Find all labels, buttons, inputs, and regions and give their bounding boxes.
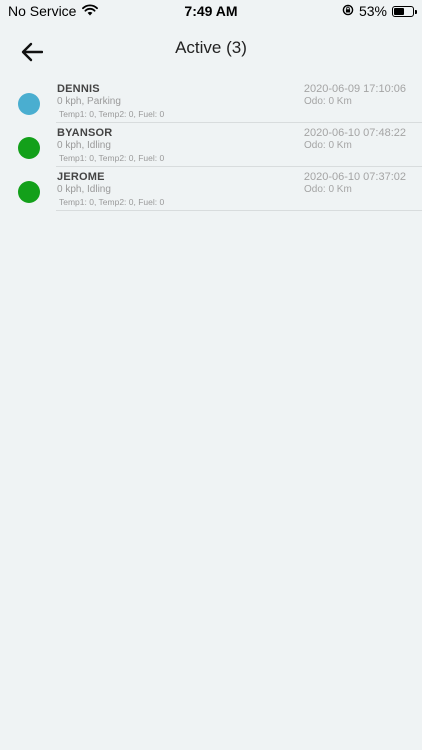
vehicle-speed-status: 0 kph, Idling [57,140,111,151]
battery-percent: 53% [358,3,387,19]
vehicle-timestamp: 2020-06-10 07:37:02 [303,171,406,183]
vehicle-name: BYANSOR [57,127,113,139]
status-indicators: 53% [342,3,417,19]
vehicle-odometer: Odo: 0 Km [304,184,352,195]
nav-bar: Active (3) [0,28,422,72]
vehicle-status-dot [18,181,40,203]
vehicle-odometer: Odo: 0 Km [304,96,352,107]
orientation-lock-icon [342,3,354,19]
page-title: Active (3) [175,38,247,57]
vehicle-odometer: Odo: 0 Km [304,140,352,151]
vehicle-row[interactable]: JEROME 0 kph, Idling Temp1: 0, Temp2: 0,… [0,167,422,211]
status-bar: No Service 7:49 AM 53% [0,0,422,22]
vehicle-timestamp: 2020-06-09 17:10:06 [303,83,406,95]
vehicle-row[interactable]: BYANSOR 0 kph, Idling Temp1: 0, Temp2: 0… [0,123,422,167]
vehicle-list: DENNIS 0 kph, Parking Temp1: 0, Temp2: 0… [0,79,422,211]
vehicle-speed-status: 0 kph, Idling [57,184,111,195]
vehicle-name: DENNIS [57,83,100,95]
vehicle-sensors: Temp1: 0, Temp2: 0, Fuel: 0 [59,109,165,119]
vehicle-row[interactable]: DENNIS 0 kph, Parking Temp1: 0, Temp2: 0… [0,79,422,123]
vehicle-name: JEROME [57,171,105,183]
battery-icon [392,5,417,17]
battery-level [394,7,404,15]
vehicle-status-dot [18,137,40,159]
vehicle-sensors: Temp1: 0, Temp2: 0, Fuel: 0 [59,197,165,207]
vehicle-status-dot [18,93,40,115]
vehicle-speed-status: 0 kph, Parking [57,96,121,107]
vehicle-sensors: Temp1: 0, Temp2: 0, Fuel: 0 [59,153,165,163]
vehicle-timestamp: 2020-06-10 07:48:22 [303,127,406,139]
